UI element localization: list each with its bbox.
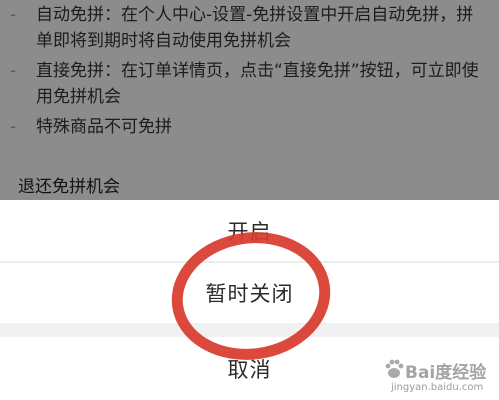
modal-dim-overlay[interactable] bbox=[0, 0, 499, 200]
watermark-brand: Bai度经验 bbox=[405, 363, 487, 383]
open-option-button[interactable]: 开启 bbox=[0, 212, 499, 252]
close-temporarily-option-button[interactable]: 暂时关闭 bbox=[0, 263, 499, 325]
cancel-group-divider bbox=[0, 323, 499, 337]
watermark-url: jingyan.baidu.com bbox=[391, 382, 484, 393]
baidu-jingyan-watermark: Bai度经验 jingyan.baidu.com bbox=[383, 356, 493, 398]
baidu-paw-icon bbox=[385, 359, 404, 378]
